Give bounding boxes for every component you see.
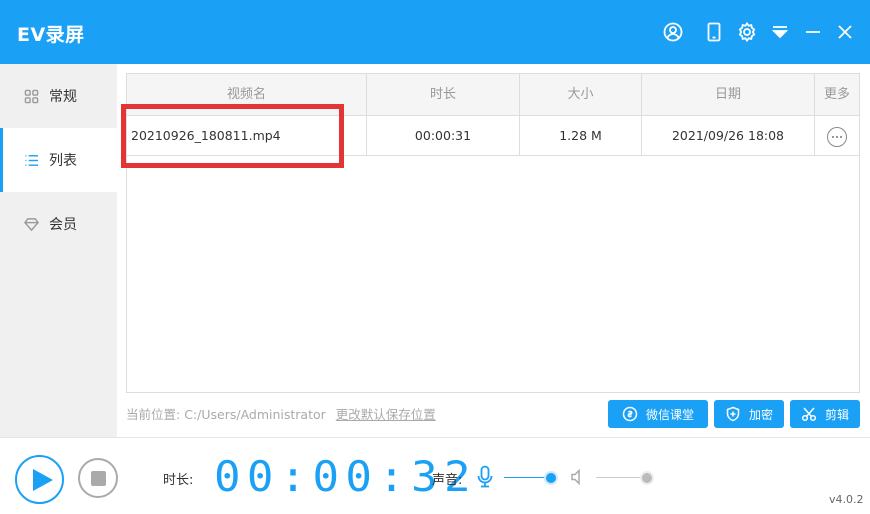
table-row[interactable]: 20210926_180811.mp4 00:00:31 1.28 M 2021… bbox=[127, 116, 859, 156]
column-header-size[interactable]: 大小 bbox=[520, 74, 642, 116]
user-icon[interactable] bbox=[662, 21, 684, 43]
sidebar: 常规 列表 会员 bbox=[0, 64, 117, 437]
speaker-volume-fill bbox=[596, 477, 647, 478]
close-icon[interactable] bbox=[834, 21, 856, 43]
save-path-bar: 当前位置: C:/Users/Administrator 更改默认保存位置 bbox=[126, 404, 436, 423]
phone-icon[interactable] bbox=[703, 21, 725, 43]
sidebar-item-member[interactable]: 会员 bbox=[0, 192, 117, 256]
encrypt-label: 加密 bbox=[748, 407, 773, 422]
mic-volume-knob[interactable] bbox=[546, 473, 556, 483]
dropdown-icon[interactable] bbox=[769, 21, 791, 43]
title-bar: EV录屏 bbox=[0, 0, 870, 64]
minimize-icon[interactable] bbox=[802, 21, 824, 43]
encrypt-button[interactable]: 加密 bbox=[714, 400, 784, 428]
sidebar-item-list[interactable]: 列表 bbox=[0, 128, 117, 192]
stop-record-button[interactable] bbox=[78, 458, 118, 498]
cell-more bbox=[815, 116, 859, 155]
wechat-class-label: 微信课堂 bbox=[645, 407, 694, 422]
speaker-icon[interactable] bbox=[569, 468, 587, 486]
microphone-icon[interactable] bbox=[476, 465, 494, 489]
version-label: v4.0.2 bbox=[829, 493, 864, 506]
wechat-class-button[interactable]: 微信课堂 bbox=[608, 400, 708, 428]
volume-label: 声音: bbox=[432, 473, 463, 488]
cell-size: 1.28 M bbox=[520, 116, 642, 155]
shield-icon bbox=[726, 406, 740, 422]
speaker-volume-knob[interactable] bbox=[642, 473, 652, 483]
video-table: 视频名 时长 大小 日期 更多 20210926_180811.mp4 00:0… bbox=[126, 73, 860, 393]
main-panel: 视频名 时长 大小 日期 更多 20210926_180811.mp4 00:0… bbox=[117, 64, 870, 437]
sidebar-item-label: 列表 bbox=[49, 153, 77, 169]
mic-volume-fill bbox=[504, 477, 551, 478]
scissors-icon bbox=[801, 407, 817, 422]
sidebar-item-label: 会员 bbox=[49, 217, 77, 233]
table-header: 视频名 时长 大小 日期 更多 bbox=[127, 74, 859, 116]
app-title: EV录屏 bbox=[17, 24, 85, 46]
cell-date: 2021/09/26 18:08 bbox=[642, 116, 815, 155]
edit-label: 剪辑 bbox=[824, 407, 849, 422]
stop-icon bbox=[91, 471, 106, 486]
duration-label: 时长: bbox=[163, 473, 194, 488]
path-value: C:/Users/Administrator bbox=[184, 407, 326, 422]
column-header-date[interactable]: 日期 bbox=[642, 74, 815, 116]
path-label: 当前位置: bbox=[126, 407, 181, 422]
column-header-name[interactable]: 视频名 bbox=[127, 74, 367, 116]
speaker-volume-slider[interactable] bbox=[596, 472, 652, 484]
cell-duration: 00:00:31 bbox=[367, 116, 520, 155]
cell-name: 20210926_180811.mp4 bbox=[127, 116, 367, 155]
edit-button[interactable]: 剪辑 bbox=[790, 400, 860, 428]
play-icon bbox=[33, 469, 53, 491]
start-record-button[interactable] bbox=[15, 455, 64, 504]
diamond-icon bbox=[23, 216, 39, 232]
sidebar-item-label: 常规 bbox=[49, 89, 77, 105]
settings-icon[interactable] bbox=[736, 21, 758, 43]
grid-icon bbox=[23, 88, 39, 104]
change-save-location-link[interactable]: 更改默认保存位置 bbox=[336, 407, 436, 422]
mic-volume-slider[interactable] bbox=[504, 472, 556, 484]
list-icon bbox=[23, 152, 39, 168]
sidebar-item-general[interactable]: 常规 bbox=[0, 64, 117, 128]
more-options-icon[interactable] bbox=[827, 126, 847, 147]
column-header-more: 更多 bbox=[823, 87, 850, 102]
column-header-duration[interactable]: 时长 bbox=[367, 74, 520, 116]
control-bar: 时长: 00:00:32 声音: v4.0.2 bbox=[0, 437, 870, 514]
link-icon bbox=[622, 406, 638, 422]
